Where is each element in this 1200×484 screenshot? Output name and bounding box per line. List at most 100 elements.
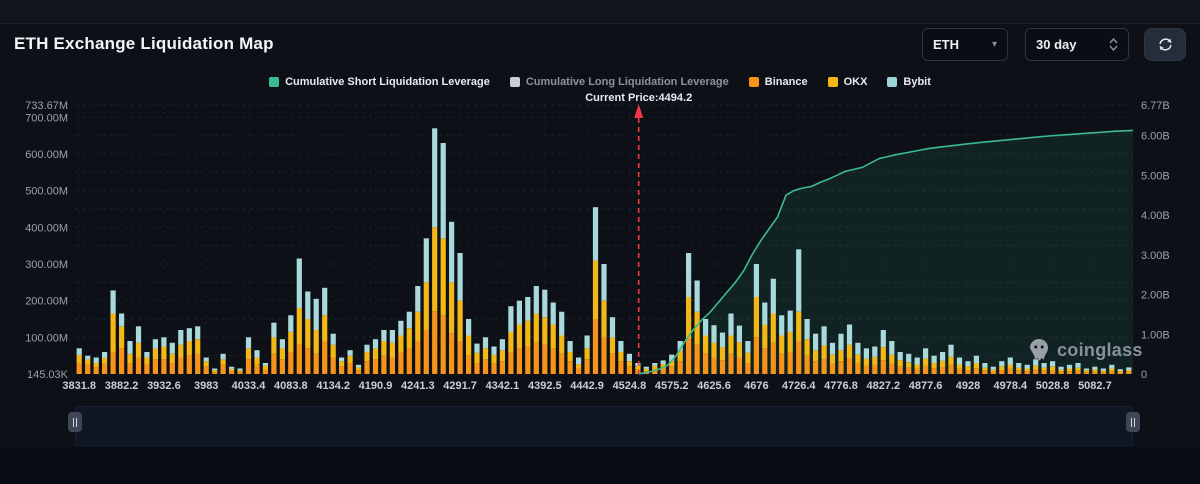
okx-bar-segment[interactable] [297,308,302,345]
okx-bar-segment[interactable] [1016,368,1021,371]
bybit-bar-segment[interactable] [348,350,353,356]
bybit-bar-segment[interactable] [601,264,606,301]
binance-bar-segment[interactable] [508,352,513,374]
bybit-bar-segment[interactable] [1025,365,1030,369]
bybit-bar-segment[interactable] [1084,369,1089,371]
okx-bar-segment[interactable] [94,363,99,367]
bybit-bar-segment[interactable] [906,354,911,362]
okx-bar-segment[interactable] [593,260,598,319]
okx-bar-segment[interactable] [407,328,412,348]
okx-bar-segment[interactable] [771,314,776,343]
binance-bar-segment[interactable] [187,356,192,374]
binance-bar-segment[interactable] [559,354,564,374]
binance-bar-segment[interactable] [1016,371,1021,374]
binance-bar-segment[interactable] [872,365,877,374]
binance-bar-segment[interactable] [178,358,183,375]
binance-bar-segment[interactable] [932,368,937,374]
okx-bar-segment[interactable] [610,337,615,354]
binance-bar-segment[interactable] [441,315,446,374]
bybit-bar-segment[interactable] [331,334,336,345]
okx-bar-segment[interactable] [762,325,767,349]
okx-bar-segment[interactable] [999,366,1004,370]
binance-bar-segment[interactable] [348,363,353,374]
okx-bar-segment[interactable] [542,317,547,345]
bybit-bar-segment[interactable] [711,325,716,343]
okx-bar-segment[interactable] [1126,370,1131,372]
chart-range-navigator[interactable] [75,406,1133,446]
okx-bar-segment[interactable] [652,366,657,370]
bybit-bar-segment[interactable] [796,249,801,311]
okx-bar-segment[interactable] [280,348,285,359]
binance-bar-segment[interactable] [466,356,471,374]
binance-bar-segment[interactable] [881,360,886,374]
okx-bar-segment[interactable] [348,356,353,363]
bybit-bar-segment[interactable] [974,356,979,363]
binance-bar-segment[interactable] [331,358,336,375]
binance-bar-segment[interactable] [246,359,251,374]
binance-bar-segment[interactable] [161,359,166,374]
bybit-bar-segment[interactable] [1118,369,1123,371]
bybit-bar-segment[interactable] [822,326,827,345]
okx-bar-segment[interactable] [1050,366,1055,370]
okx-bar-segment[interactable] [305,319,310,348]
okx-bar-segment[interactable] [119,326,124,348]
bybit-bar-segment[interactable] [644,367,649,369]
bybit-bar-segment[interactable] [1067,365,1072,369]
bybit-bar-segment[interactable] [1075,363,1080,368]
okx-bar-segment[interactable] [381,341,386,356]
okx-bar-segment[interactable] [390,343,395,358]
bybit-bar-segment[interactable] [1008,358,1013,365]
okx-bar-segment[interactable] [1118,371,1123,373]
binance-bar-segment[interactable] [737,358,742,375]
okx-bar-segment[interactable] [711,343,716,358]
binance-bar-segment[interactable] [280,359,285,374]
binance-bar-segment[interactable] [1092,372,1097,374]
okx-bar-segment[interactable] [221,359,226,365]
bybit-bar-segment[interactable] [872,347,877,357]
binance-bar-segment[interactable] [762,348,767,374]
bybit-bar-segment[interactable] [940,352,945,361]
okx-bar-segment[interactable] [1109,369,1114,372]
bybit-bar-segment[interactable] [474,344,479,353]
bybit-bar-segment[interactable] [187,328,192,341]
okx-bar-segment[interactable] [779,336,784,354]
binance-bar-segment[interactable] [297,345,302,374]
binance-bar-segment[interactable] [796,341,801,374]
binance-bar-segment[interactable] [127,363,132,374]
bybit-bar-segment[interactable] [102,352,107,358]
bybit-bar-segment[interactable] [559,312,564,336]
binance-bar-segment[interactable] [695,345,700,374]
okx-bar-segment[interactable] [534,314,539,343]
bybit-bar-segment[interactable] [153,339,158,348]
bybit-bar-segment[interactable] [170,343,175,354]
okx-bar-segment[interactable] [1092,370,1097,372]
binance-bar-segment[interactable] [204,367,209,374]
okx-bar-segment[interactable] [737,342,742,357]
bybit-bar-segment[interactable] [771,279,776,314]
binance-bar-segment[interactable] [822,359,827,374]
okx-bar-segment[interactable] [1067,369,1072,372]
binance-bar-segment[interactable] [813,361,818,374]
bybit-bar-segment[interactable] [517,301,522,325]
binance-bar-segment[interactable] [1042,371,1047,374]
okx-bar-segment[interactable] [127,354,132,363]
okx-bar-segment[interactable] [195,339,200,354]
binance-bar-segment[interactable] [85,365,90,374]
bybit-bar-segment[interactable] [288,315,293,332]
okx-bar-segment[interactable] [136,343,141,358]
bybit-bar-segment[interactable] [855,343,860,355]
binance-bar-segment[interactable] [449,334,454,374]
bybit-bar-segment[interactable] [373,339,378,348]
bybit-bar-segment[interactable] [991,367,996,370]
binance-bar-segment[interactable] [415,341,420,374]
okx-bar-segment[interactable] [458,301,463,341]
binance-bar-segment[interactable] [500,361,505,374]
bybit-bar-segment[interactable] [246,337,251,348]
okx-bar-segment[interactable] [948,357,953,365]
bybit-bar-segment[interactable] [237,369,242,371]
binance-bar-segment[interactable] [728,354,733,374]
okx-bar-segment[interactable] [940,361,945,367]
okx-bar-segment[interactable] [1084,370,1089,372]
bybit-bar-segment[interactable] [923,348,928,358]
bybit-bar-segment[interactable] [280,339,285,348]
